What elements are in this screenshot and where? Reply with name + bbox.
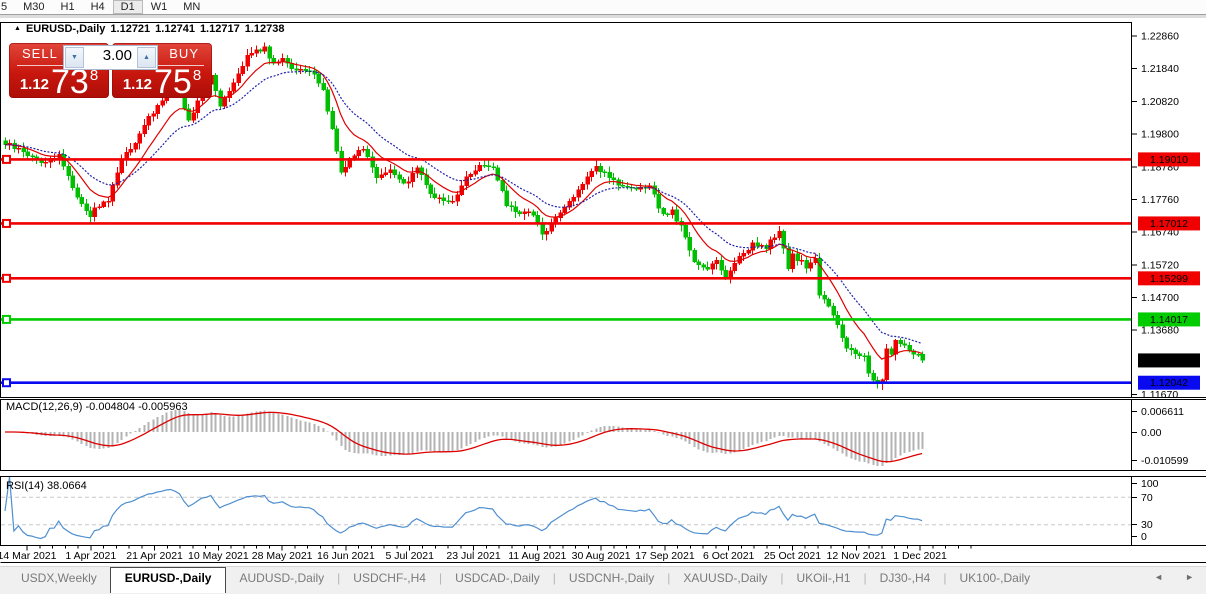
chart-tab-usdcnh-[interactable]: USDCNH-,Daily bbox=[556, 567, 667, 591]
one-click-trading-panel: SELL 1.12 73 8 BUY 1.12 75 8 ▼ 3.00 ▲ bbox=[9, 43, 212, 101]
volume-value[interactable]: 3.00 bbox=[85, 46, 136, 69]
time-tick-label: 28 May 2021 bbox=[252, 550, 313, 562]
time-tick-label: 14 Mar 2021 bbox=[0, 550, 57, 562]
chart-tab-ukoil-[interactable]: UKOil-,H1 bbox=[784, 567, 864, 591]
timeframe-button-m30[interactable]: M30 bbox=[15, 0, 52, 14]
chart-title-row: ▲ EURUSD-,Daily 1.12721 1.12741 1.12717 … bbox=[14, 23, 284, 35]
timeframe-button-w1[interactable]: W1 bbox=[143, 0, 176, 14]
timeframe-button-mn[interactable]: MN bbox=[175, 0, 208, 14]
ohlc-open: 1.12721 bbox=[110, 23, 151, 35]
indicator-tick-label: 0.00 bbox=[1141, 427, 1162, 439]
level-line-handle[interactable] bbox=[2, 154, 11, 164]
time-tick-label: 5 Jul 2021 bbox=[386, 550, 435, 562]
volume-decrease-button[interactable]: ▼ bbox=[65, 47, 84, 68]
level-line-handle[interactable] bbox=[2, 314, 11, 324]
current-price-badge-text: 1.12738 bbox=[1150, 355, 1188, 367]
chart-tab-audusd-[interactable]: AUDUSD-,Daily bbox=[226, 567, 337, 591]
tab-scroll-right-icon[interactable]: ► bbox=[1185, 572, 1194, 582]
time-tick-label: 11 Aug 2021 bbox=[508, 550, 566, 562]
macd-main-value: -0.004804 bbox=[85, 401, 136, 413]
ask-price-pips: 75 bbox=[154, 63, 192, 101]
ohlc-close: 1.12738 bbox=[244, 23, 285, 35]
chart-tab-dj30-[interactable]: DJ30-,H4 bbox=[867, 567, 944, 591]
time-tick-label: 30 Aug 2021 bbox=[572, 550, 631, 562]
price-tick-label: 1.15720 bbox=[1141, 259, 1179, 271]
price-tick-label: 1.11670 bbox=[1141, 389, 1178, 401]
ask-price-prefix: 1.12 bbox=[122, 76, 153, 93]
level-line-handle[interactable] bbox=[2, 378, 11, 388]
price-tick-label: 1.19800 bbox=[1141, 129, 1179, 141]
price-tick-label: 1.22860 bbox=[1141, 31, 1179, 43]
chart-tab-usdcad-[interactable]: USDCAD-,Daily bbox=[442, 567, 553, 591]
level-price-badge-text: 1.14017 bbox=[1150, 314, 1188, 326]
tab-scroll-left-icon[interactable]: ◄ bbox=[1154, 572, 1163, 582]
macd-name: MACD(12,26,9) bbox=[6, 401, 83, 413]
rsi-value: 38.0664 bbox=[46, 480, 87, 492]
tab-scroll-arrows: ◄ ► bbox=[1154, 572, 1194, 582]
ask-price-point: 8 bbox=[192, 67, 202, 84]
time-tick-label: 10 May 2021 bbox=[188, 550, 249, 562]
indicator-tick-label: 0.006611 bbox=[1141, 406, 1184, 418]
price-tick-label: 1.17760 bbox=[1141, 194, 1179, 206]
volume-spinner: ▼ 3.00 ▲ bbox=[63, 45, 158, 70]
price-tick-label: 1.13680 bbox=[1141, 325, 1179, 337]
indicator-tick-label: 30 bbox=[1141, 519, 1153, 531]
ohlc-low: 1.12717 bbox=[199, 23, 240, 35]
time-tick-label: 16 Jun 2021 bbox=[317, 550, 375, 562]
time-tick-label: 1 Dec 2021 bbox=[893, 550, 947, 562]
time-tick-label: 23 Jul 2021 bbox=[446, 550, 500, 562]
macd-indicator-label: MACD(12,26,9) -0.004804 -0.005963 bbox=[6, 401, 188, 413]
timeframe-button-h4[interactable]: H4 bbox=[83, 0, 113, 14]
time-tick-label: 12 Nov 2021 bbox=[826, 550, 886, 562]
rsi-name: RSI(14) bbox=[6, 480, 44, 492]
chart-tab-xauusd-[interactable]: XAUUSD-,Daily bbox=[670, 567, 780, 591]
chart-tab-usdx[interactable]: USDX,Weekly bbox=[8, 567, 110, 591]
timeframe-toolbar: 5 M30 H1 H4 D1 W1 MN bbox=[0, 0, 1206, 14]
time-tick-label: 6 Oct 2021 bbox=[703, 550, 755, 562]
time-tick-label: 1 Apr 2021 bbox=[65, 550, 116, 562]
timeframe-button-d1[interactable]: D1 bbox=[112, 0, 143, 14]
level-price-badge-text: 1.12042 bbox=[1150, 377, 1188, 389]
indicator-tick-label: 100 bbox=[1141, 478, 1159, 490]
level-price-badge-text: 1.17012 bbox=[1150, 218, 1188, 230]
bid-price-pips: 73 bbox=[51, 63, 89, 101]
price-tick-label: 1.20820 bbox=[1141, 96, 1179, 108]
sell-button[interactable]: SELL bbox=[22, 46, 58, 61]
chart-tab-usdchf-[interactable]: USDCHF-,H4 bbox=[340, 567, 439, 591]
chart-tab-uk100-[interactable]: UK100-,Daily bbox=[946, 567, 1043, 591]
time-tick-label: 17 Sep 2021 bbox=[635, 550, 695, 562]
buy-button[interactable]: BUY bbox=[169, 46, 199, 61]
chart-tab-eurusd-[interactable]: EURUSD-,Daily bbox=[109, 567, 227, 593]
indicator-tick-label: -0.010599 bbox=[1141, 455, 1188, 467]
volume-increase-button[interactable]: ▲ bbox=[137, 47, 156, 68]
rsi-indicator-label: RSI(14) 38.0664 bbox=[6, 480, 87, 492]
toolbar-divider bbox=[0, 14, 1206, 18]
level-line-handle[interactable] bbox=[2, 273, 11, 283]
ohlc-high: 1.12741 bbox=[155, 23, 195, 35]
bid-price-prefix: 1.12 bbox=[19, 76, 50, 93]
chart-symbol-title: EURUSD-,Daily bbox=[25, 23, 106, 35]
indicator-tick-label: 70 bbox=[1141, 492, 1153, 504]
level-line-handle[interactable] bbox=[2, 218, 11, 228]
timeframe-button-5[interactable]: 5 bbox=[0, 0, 15, 14]
collapse-panel-icon[interactable]: ▲ bbox=[14, 25, 21, 32]
chart-tab-bar: USDX,Weekly EURUSD-,Daily AUDUSD-,Daily | US… bbox=[0, 566, 1206, 594]
price-tick-label: 1.21840 bbox=[1141, 63, 1179, 75]
time-tick-label: 25 Oct 2021 bbox=[764, 550, 821, 562]
level-price-badge-text: 1.19010 bbox=[1150, 154, 1188, 166]
level-price-badge-text: 1.15299 bbox=[1150, 273, 1188, 285]
timeframe-button-h1[interactable]: H1 bbox=[53, 0, 83, 14]
macd-signal-value: -0.005963 bbox=[138, 401, 188, 413]
price-tick-label: 1.14700 bbox=[1141, 292, 1179, 304]
indicator-tick-label: 0 bbox=[1141, 531, 1147, 543]
time-tick-label: 21 Apr 2021 bbox=[126, 550, 183, 562]
